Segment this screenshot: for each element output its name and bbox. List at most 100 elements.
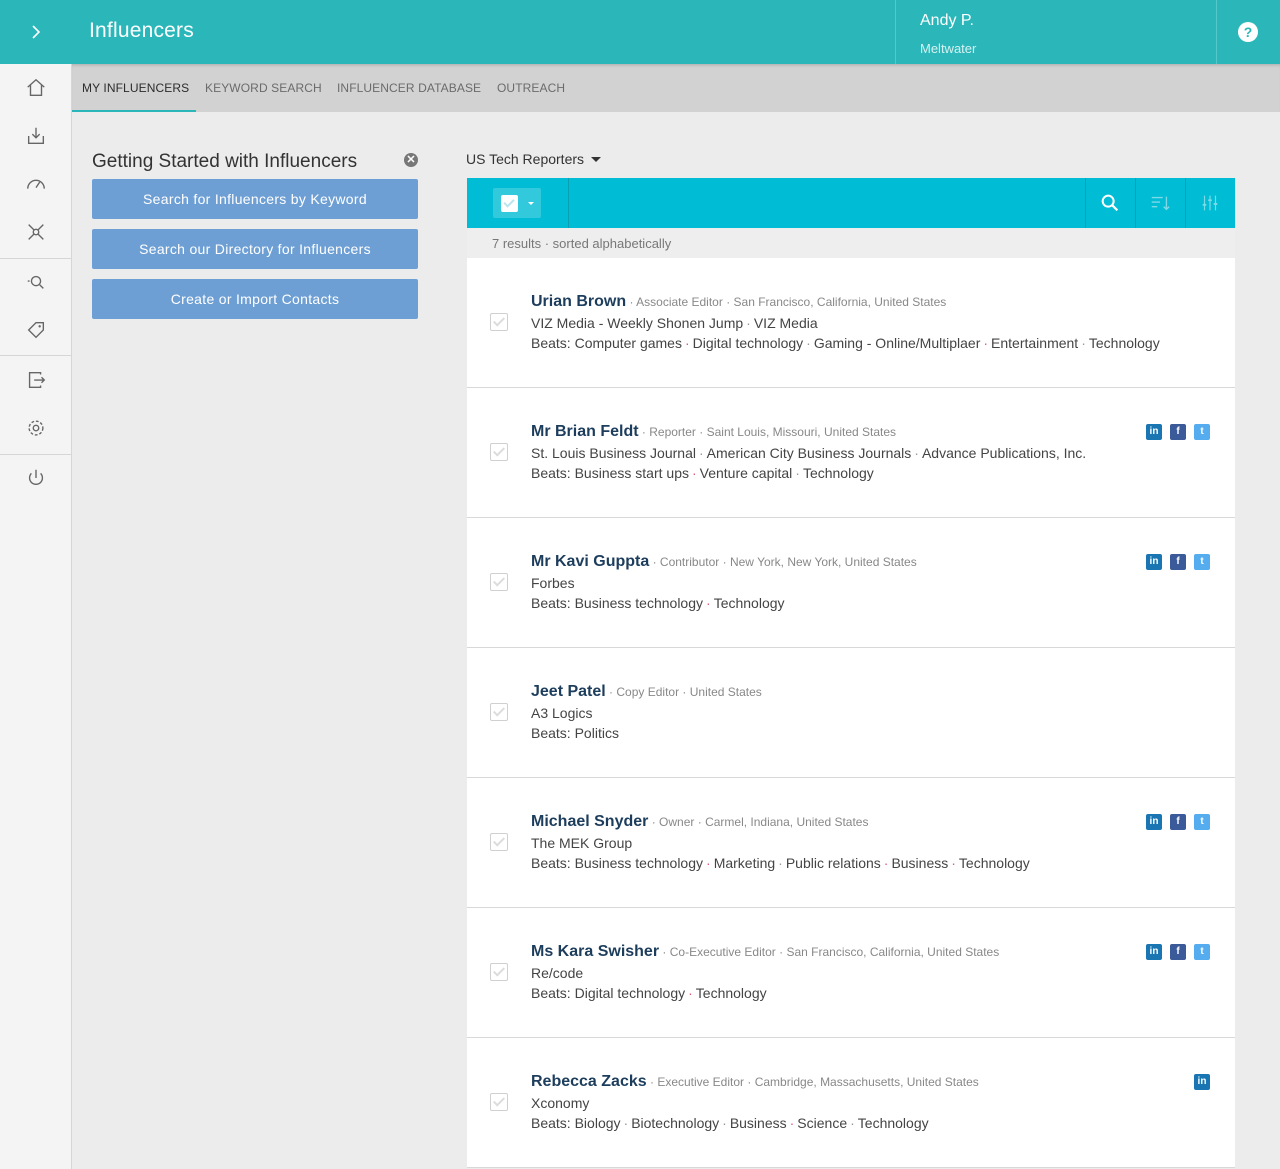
- caret-down-icon: [528, 202, 534, 205]
- influencer-beats: Beats: Digital technology · Technology: [531, 985, 767, 1001]
- influencer-title: Contributor: [659, 555, 720, 569]
- influencer-header: Mr Brian Feldt · Reporter · Saint Louis,…: [531, 423, 896, 441]
- close-icon[interactable]: ✕: [404, 153, 418, 167]
- nav-dashboard[interactable]: [24, 172, 48, 196]
- influencer-location: San Francisco, California, United States: [786, 945, 1000, 959]
- beats-label: Beats:: [531, 855, 571, 871]
- expand-nav-button[interactable]: [0, 0, 72, 64]
- beats-label: Beats:: [531, 725, 571, 741]
- influencer-checkbox[interactable]: [490, 703, 508, 721]
- search-button[interactable]: [1085, 178, 1135, 228]
- explore-icon: [27, 275, 44, 289]
- search-by-keyword-button[interactable]: Search for Influencers by Keyword: [92, 179, 418, 219]
- nav-explore[interactable]: [24, 270, 48, 294]
- influencer-header: Michael Snyder · Owner · Carmel, Indiana…: [531, 813, 868, 831]
- meta-separator: ·: [626, 295, 637, 309]
- influencer-card[interactable]: Jeet Patel · Copy Editor · United States…: [467, 648, 1235, 778]
- select-all-checkbox[interactable]: [501, 195, 518, 212]
- getting-started-title: Getting Started with Influencers: [92, 151, 358, 172]
- influencer-name[interactable]: Michael Snyder: [531, 813, 648, 830]
- select-all-dropdown[interactable]: [493, 188, 541, 218]
- outlet-name: Xconomy: [531, 1095, 590, 1111]
- outlet-separator: ·: [914, 445, 919, 461]
- tag-icon: [27, 321, 45, 339]
- meta-separator: ·: [646, 1075, 658, 1089]
- influencer-name[interactable]: Ms Kara Swisher: [531, 943, 659, 960]
- list-toolbar: [467, 178, 1235, 228]
- meta-separator: ·: [638, 425, 650, 439]
- facebook-icon[interactable]: f: [1170, 424, 1186, 440]
- influencer-checkbox[interactable]: [490, 833, 508, 851]
- twitter-icon[interactable]: t: [1194, 944, 1210, 960]
- nav-export[interactable]: [24, 368, 48, 392]
- influencer-title: Co-Executive Editor: [669, 945, 776, 959]
- twitter-icon[interactable]: t: [1194, 814, 1210, 830]
- inbox-icon: [27, 127, 45, 145]
- nav-inbox[interactable]: [24, 124, 48, 148]
- influencer-beats: Beats: Business technology · Marketing · Pub…: [531, 855, 1030, 871]
- search-directory-button[interactable]: Search our Directory for Influencers: [92, 229, 418, 269]
- influencer-beats: Beats: Biology · Biotechnology · Business · Sc…: [531, 1115, 929, 1131]
- meta-separator: ·: [719, 555, 730, 569]
- caret-down-icon[interactable]: [591, 157, 601, 162]
- nav-logout[interactable]: [24, 466, 48, 490]
- tab-outreach[interactable]: OUTREACH: [497, 81, 565, 95]
- influencer-name[interactable]: Urian Brown: [531, 293, 626, 310]
- linkedin-icon[interactable]: in: [1146, 424, 1162, 440]
- help-icon[interactable]: ?: [1238, 22, 1258, 42]
- influencer-card[interactable]: Mr Kavi Guppta · Contributor · New York,…: [467, 518, 1235, 648]
- beat-item: Technology: [695, 985, 767, 1001]
- influencer-checkbox[interactable]: [490, 963, 508, 981]
- linkedin-icon[interactable]: in: [1146, 944, 1162, 960]
- nav-settings[interactable]: [24, 416, 48, 440]
- linkedin-icon[interactable]: in: [1146, 554, 1162, 570]
- influencer-card[interactable]: Rebecca Zacks · Executive Editor · Cambr…: [467, 1038, 1235, 1168]
- influencer-checkbox[interactable]: [490, 443, 508, 461]
- twitter-icon[interactable]: t: [1194, 424, 1210, 440]
- influencer-card[interactable]: Urian Brown · Associate Editor · San Fra…: [467, 258, 1235, 388]
- influencer-card[interactable]: Ms Kara Swisher · Co-Executive Editor · …: [467, 908, 1235, 1038]
- influencer-title: Reporter: [649, 425, 696, 439]
- sort-icon: [1151, 196, 1170, 211]
- influencer-checkbox[interactable]: [490, 1093, 508, 1111]
- outlet-name: VIZ Media: [753, 315, 818, 331]
- influencer-checkbox[interactable]: [490, 573, 508, 591]
- influencer-name[interactable]: Jeet Patel: [531, 683, 606, 700]
- linkedin-icon[interactable]: in: [1194, 1074, 1210, 1090]
- beat-item: Biology: [574, 1115, 621, 1131]
- facebook-icon[interactable]: f: [1170, 814, 1186, 830]
- create-import-contacts-button[interactable]: Create or Import Contacts: [92, 279, 418, 319]
- nav-network[interactable]: [24, 220, 48, 244]
- influencer-outlets: A3 Logics: [531, 705, 592, 721]
- twitter-icon[interactable]: t: [1194, 554, 1210, 570]
- left-nav-rail: [0, 0, 72, 1169]
- sort-button[interactable]: [1135, 178, 1185, 228]
- tab-my-influencers[interactable]: MY INFLUENCERS: [82, 81, 189, 95]
- beat-item: Business: [729, 1115, 787, 1131]
- beat-separator: ·: [706, 595, 711, 611]
- tab-keyword-search[interactable]: KEYWORD SEARCH: [205, 81, 322, 95]
- tab-influencer-database[interactable]: INFLUENCER DATABASE: [337, 81, 481, 95]
- influencer-card[interactable]: Michael Snyder · Owner · Carmel, Indiana…: [467, 778, 1235, 908]
- beat-item: Public relations: [785, 855, 881, 871]
- facebook-icon[interactable]: f: [1170, 554, 1186, 570]
- beat-separator: ·: [983, 335, 989, 351]
- influencer-name[interactable]: Mr Brian Feldt: [531, 423, 639, 440]
- beat-item: Business technology: [574, 855, 704, 871]
- list-selector[interactable]: US Tech Reporters: [466, 151, 584, 167]
- influencer-checkbox[interactable]: [490, 313, 508, 331]
- user-name[interactable]: Andy P.: [920, 12, 974, 30]
- linkedin-icon[interactable]: in: [1146, 814, 1162, 830]
- filter-button[interactable]: [1185, 178, 1235, 228]
- nav-tags[interactable]: [24, 318, 48, 342]
- influencer-card[interactable]: Mr Brian Feldt · Reporter · Saint Louis,…: [467, 388, 1235, 518]
- influencer-name[interactable]: Mr Kavi Guppta: [531, 553, 649, 570]
- influencer-name[interactable]: Rebecca Zacks: [531, 1073, 647, 1090]
- influencer-location: Carmel, Indiana, United States: [705, 815, 869, 829]
- beat-separator: ·: [883, 855, 889, 871]
- nav-home[interactable]: [24, 76, 48, 100]
- beat-separator: ·: [706, 855, 711, 871]
- beat-separator: ·: [778, 855, 783, 871]
- beats-label: Beats:: [531, 595, 571, 611]
- facebook-icon[interactable]: f: [1170, 944, 1186, 960]
